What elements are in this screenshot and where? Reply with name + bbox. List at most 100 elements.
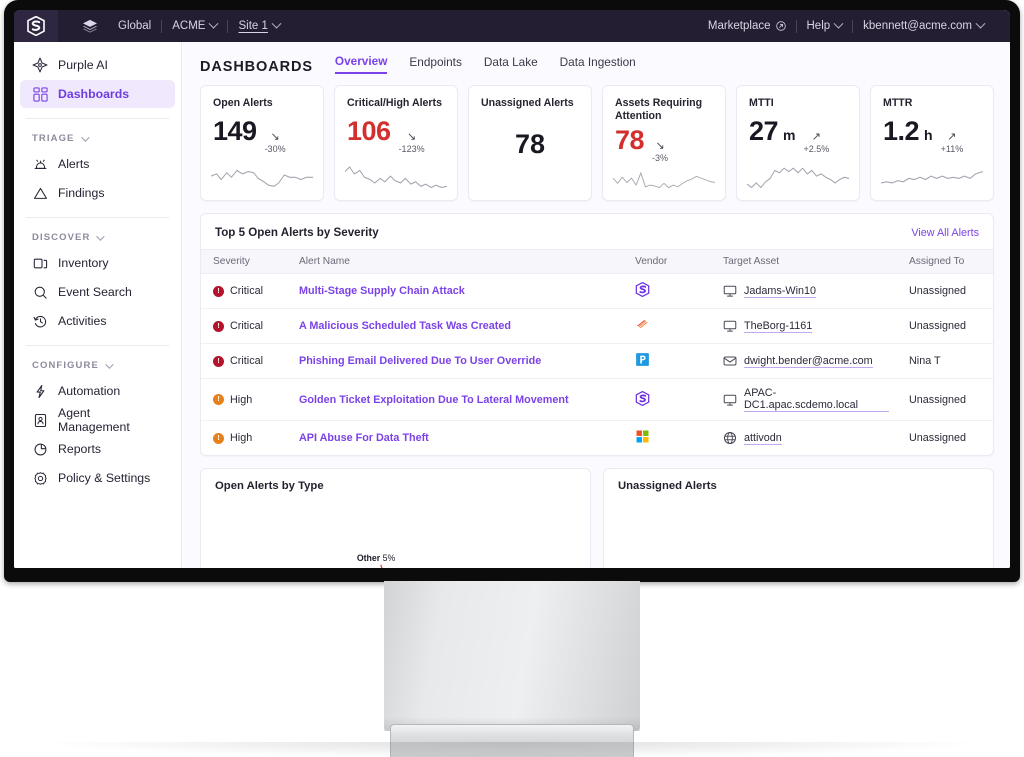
sidebar-item-label: Event Search [58,285,132,299]
tab-data-ingestion[interactable]: Data Ingestion [560,55,636,73]
kpi-title: Assets Requiring Attention [615,97,713,123]
column-alert-name[interactable]: Alert Name [287,250,623,274]
site-selector[interactable]: Site 1 [228,20,289,32]
sidebar-group-discover[interactable]: DISCOVER [14,218,181,248]
sidebar-group-label: TRIAGE [32,133,75,144]
asset-link[interactable]: attivodn [744,432,782,445]
column-severity[interactable]: Severity [201,250,287,274]
panel-header: Top 5 Open Alerts by Severity View All A… [201,214,993,249]
alert-name-link[interactable]: API Abuse For Data Theft [299,432,429,444]
asset-link[interactable]: APAC-DC1.apac.scdemo.local [744,387,889,412]
kpi-delta-value: -30% [265,144,286,154]
topbar-user-controls: Marketplace Help kbennett@acme.com [698,20,1010,33]
column-vendor[interactable]: Vendor [623,250,711,274]
view-all-alerts-link[interactable]: View All Alerts [911,227,979,239]
alert-name-link[interactable]: Golden Ticket Exploitation Due To Latera… [299,394,569,406]
sparkline [747,158,849,192]
high-severity-icon: ! [213,394,224,405]
sidebar-item-label: Activities [58,314,107,328]
trend-up-icon: ↗ [812,132,821,143]
table-row[interactable]: ! High API Abuse For Data Theft [201,421,993,456]
sidebar-item-inventory[interactable]: Inventory [20,249,175,277]
table-row[interactable]: ! Critical A Malicious Scheduled Task Wa… [201,309,993,344]
cell-target-asset: TheBorg-1161 [711,309,897,344]
kpi-card-open-alerts[interactable]: Open Alerts 149 ↘ -30% [200,85,324,201]
sidebar-item-purple-ai[interactable]: Purple AI [20,51,175,79]
cell-target-asset: attivodn [711,421,897,456]
column-assigned-to[interactable]: Assigned To [897,250,993,274]
asset-link[interactable]: Jadams-Win10 [744,285,816,298]
sidebar-item-automation[interactable]: Automation [20,377,175,405]
kpi-delta: ↘ -123% [399,132,425,154]
account-selector[interactable]: ACME [162,20,227,32]
sparkline [881,158,983,192]
envelope-icon [723,354,737,368]
account-label: ACME [172,20,205,32]
purple-ai-icon [32,57,48,73]
kpi-card-mtti[interactable]: MTTI 27m ↗ +2.5% [736,85,860,201]
tab-endpoints[interactable]: Endpoints [409,55,461,73]
site-label: Site 1 [238,20,267,32]
alert-name-link[interactable]: Multi-Stage Supply Chain Attack [299,285,465,297]
cell-assigned-to: Unassigned [897,379,993,421]
unassigned-alerts-donut: Critical 1 High 3 [604,487,993,568]
sidebar-item-policy-settings[interactable]: Policy & Settings [20,464,175,492]
kpi-value-row: 106 ↘ -123% [347,118,445,154]
chevron-down-icon [97,232,105,240]
sidebar-item-label: Alerts [58,157,89,171]
kpi-card-mttr[interactable]: MTTR 1.2h ↗ +11% [870,85,994,201]
asset-link[interactable]: dwight.bender@acme.com [744,355,873,368]
panel-title: Top 5 Open Alerts by Severity [215,226,379,239]
sidebar-group-configure[interactable]: CONFIGURE [14,346,181,376]
sidebar-item-label: Agent Management [58,406,163,434]
sidebar-item-findings[interactable]: Findings [20,179,175,207]
alert-name-link[interactable]: Phishing Email Delivered Due To User Ove… [299,355,541,367]
microsoft-icon [635,429,650,444]
sidebar-item-activities[interactable]: Activities [20,307,175,335]
table-row[interactable]: ! Critical Phishing Email Delivered Due … [201,344,993,379]
tab-overview[interactable]: Overview [335,54,387,74]
left-sidebar: Purple AI Dashboards [14,42,182,568]
layers-icon[interactable] [72,19,108,33]
sentinelone-icon [635,391,650,406]
monitor-stand-neck [384,581,640,731]
severity-badge: ! Critical [213,285,279,297]
table-row[interactable]: ! Critical Multi-Stage Supply Chain Atta… [201,274,993,309]
cell-alert-name: Phishing Email Delivered Due To User Ove… [287,344,623,379]
kpi-card-critical-high-alerts[interactable]: Critical/High Alerts 106 ↘ -123% [334,85,458,201]
sentinelone-logo-icon[interactable] [14,10,58,42]
trend-down-icon: ↘ [270,132,279,143]
cell-assigned-to: Unassigned [897,421,993,456]
alert-name-link[interactable]: A Malicious Scheduled Task Was Created [299,320,511,332]
kpi-card-assets-requiring-attention[interactable]: Assets Requiring Attention 78 ↘ -3% [602,85,726,201]
sidebar-item-alerts[interactable]: Alerts [20,150,175,178]
marketplace-link[interactable]: Marketplace [698,20,796,32]
table-row[interactable]: ! High Golden Ticket Exploitation Due To… [201,379,993,421]
chevron-down-icon [976,18,986,28]
kpi-delta-value: -123% [399,144,425,154]
kpi-delta: ↘ -3% [652,141,668,163]
severity-badge: ! High [213,394,279,406]
asset-cell: attivodn [723,431,889,445]
severity-label: High [230,432,252,444]
sidebar-group-triage[interactable]: TRIAGE [14,119,181,149]
user-menu[interactable]: kbennett@acme.com [853,20,994,32]
sidebar-item-reports[interactable]: Reports [20,435,175,463]
sidebar-item-agent-management[interactable]: Agent Management [20,406,175,434]
page-header: DASHBOARDS Overview Endpoints Data Lake … [200,54,994,85]
tab-data-lake[interactable]: Data Lake [484,55,538,73]
kpi-card-unassigned-alerts[interactable]: Unassigned Alerts 78 [468,85,592,201]
asset-link[interactable]: TheBorg-1161 [744,320,812,333]
sidebar-item-dashboards[interactable]: Dashboards [20,80,175,108]
severity-badge: ! Critical [213,320,279,332]
chart-label-other: Other 5% [357,553,396,563]
sidebar-item-event-search[interactable]: Event Search [20,278,175,306]
kpi-card-row: Open Alerts 149 ↘ -30% [200,85,994,201]
trend-down-icon: ↘ [407,132,416,143]
page-title: DASHBOARDS [200,59,313,75]
main-content: DASHBOARDS Overview Endpoints Data Lake … [182,42,1010,568]
column-target-asset[interactable]: Target Asset [711,250,897,274]
asset-cell: Jadams-Win10 [723,284,889,298]
cell-severity: ! Critical [201,309,287,344]
help-menu[interactable]: Help [797,20,853,32]
